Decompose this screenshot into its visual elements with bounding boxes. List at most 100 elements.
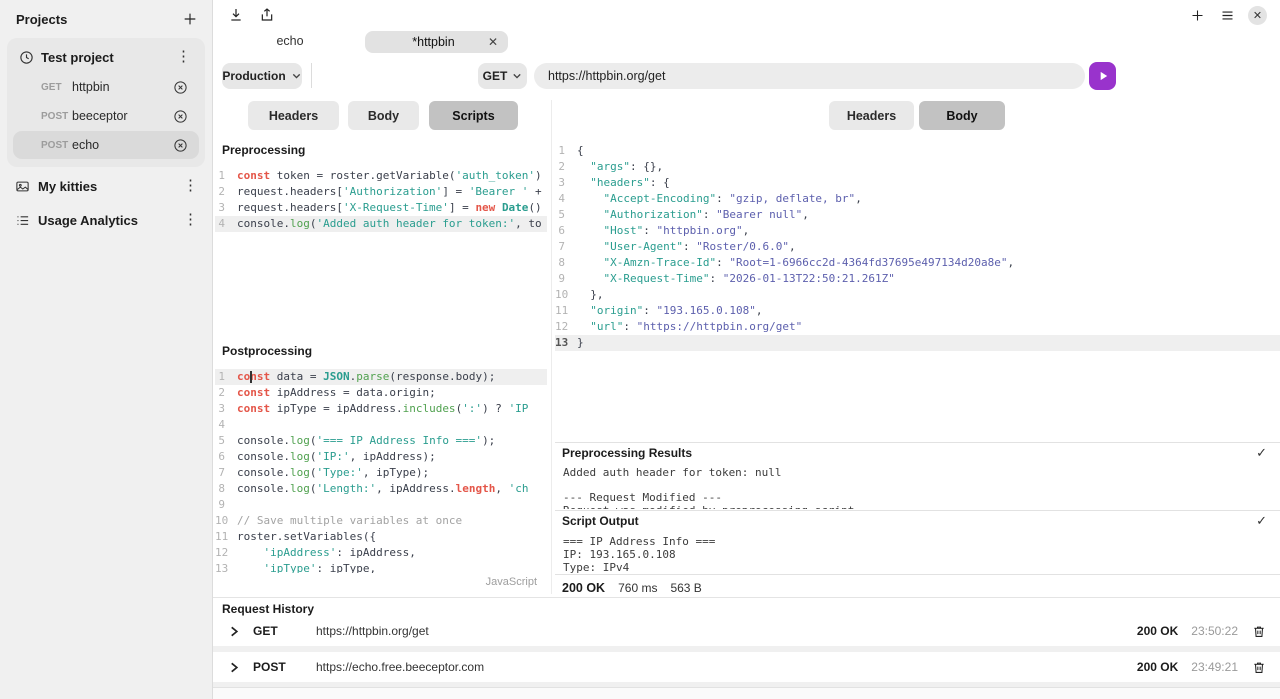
line-number: 2 bbox=[555, 159, 577, 175]
history-row[interactable]: POSThttps://echo.free.beeceptor.com200 O… bbox=[213, 652, 1280, 682]
code-text: request.headers['Authorization'] = 'Bear… bbox=[237, 185, 542, 198]
line-number: 1 bbox=[215, 369, 237, 385]
pane-divider[interactable] bbox=[551, 100, 552, 594]
expand-toggle[interactable] bbox=[228, 661, 241, 674]
code-token: { bbox=[577, 144, 584, 157]
script-output-title: Script Output bbox=[562, 514, 1256, 528]
code-text: const ipAddress = data.origin; bbox=[237, 386, 436, 399]
code-token: roster.setVariables({ bbox=[237, 530, 376, 543]
code-line: 3const ipType = ipAddress.includes(':') … bbox=[215, 401, 547, 417]
expand-toggle[interactable] bbox=[228, 625, 241, 638]
new-tab-button[interactable] bbox=[1188, 6, 1207, 25]
history-row[interactable]: GEThttps://httpbin.org/get200 OK23:50:22 bbox=[213, 616, 1280, 646]
add-project-button[interactable] bbox=[180, 9, 200, 29]
code-token: const bbox=[237, 402, 270, 415]
code-line: 13 'ipType': ipType, bbox=[215, 561, 547, 573]
code-token: , bbox=[1008, 256, 1015, 269]
code-line: 3 "headers": { bbox=[555, 175, 1280, 191]
code-text: const data = JSON.parse(response.body); bbox=[237, 370, 495, 383]
remove-request-button[interactable] bbox=[171, 107, 190, 126]
code-text: "Host": "httpbin.org", bbox=[577, 224, 749, 237]
trash-icon bbox=[1252, 624, 1266, 639]
code-token: "args" bbox=[590, 160, 630, 173]
image-icon bbox=[15, 179, 30, 194]
remove-request-button[interactable] bbox=[171, 136, 190, 155]
preprocessing-editor[interactable]: 1const token = roster.getVariable('auth_… bbox=[215, 168, 547, 232]
remove-circle-icon bbox=[173, 138, 188, 153]
delete-history-button[interactable] bbox=[1252, 660, 1266, 675]
upload-icon bbox=[259, 7, 275, 23]
tab-close-button[interactable]: ✕ bbox=[488, 35, 508, 49]
import-button[interactable] bbox=[226, 5, 246, 25]
menu-button[interactable] bbox=[1218, 6, 1237, 25]
code-token: ) bbox=[535, 169, 542, 182]
code-token: 'Length:' bbox=[316, 482, 376, 495]
tab-response-body[interactable]: Body bbox=[919, 101, 1005, 130]
project-menu-button[interactable]: ⋮ bbox=[174, 49, 193, 65]
remove-circle-icon bbox=[173, 80, 188, 95]
section-menu-button[interactable]: ⋮ bbox=[181, 178, 200, 194]
method-label: POST bbox=[41, 111, 72, 122]
code-token: 'IP bbox=[509, 402, 529, 415]
text-cursor bbox=[250, 371, 252, 383]
environment-dropdown[interactable]: Production bbox=[222, 63, 302, 89]
code-token bbox=[577, 224, 604, 237]
close-window-button[interactable]: ✕ bbox=[1248, 6, 1267, 25]
tab-httpbin[interactable]: *httpbin ✕ bbox=[365, 31, 508, 53]
request-name: beeceptor bbox=[72, 109, 171, 123]
code-token: 'Authorization' bbox=[343, 185, 442, 198]
code-token: request.headers[ bbox=[237, 185, 343, 198]
code-text: console.log('Added auth header for token… bbox=[237, 217, 542, 230]
clock-icon bbox=[19, 50, 34, 65]
code-token: console. bbox=[237, 450, 290, 463]
code-token: 'ipAddress' bbox=[264, 546, 337, 559]
environment-label: Production bbox=[222, 69, 285, 83]
sidebar-section-my-kitties[interactable]: My kitties⋮ bbox=[0, 169, 212, 203]
preprocessing-label: Preprocessing bbox=[222, 143, 305, 157]
code-line: 4 "Accept-Encoding": "gzip, deflate, br"… bbox=[555, 191, 1280, 207]
remove-request-button[interactable] bbox=[171, 78, 190, 97]
close-icon: ✕ bbox=[488, 35, 498, 49]
response-panel: Headers Body 1{2 "args": {},3 "headers":… bbox=[555, 100, 1280, 594]
code-token: "gzip, deflate, br" bbox=[729, 192, 855, 205]
code-token: // Save multiple variables at once bbox=[237, 514, 462, 527]
code-line: 1const token = roster.getVariable('auth_… bbox=[215, 168, 547, 184]
section-menu-button[interactable]: ⋮ bbox=[181, 212, 200, 228]
code-token: 'ipType' bbox=[264, 562, 317, 573]
code-token: : bbox=[643, 304, 656, 317]
code-text: "origin": "193.165.0.108", bbox=[577, 304, 762, 317]
tab-bar: echo *httpbin ✕ bbox=[213, 30, 1280, 53]
tab-request-body[interactable]: Body bbox=[348, 101, 419, 130]
sidebar-item-beeceptor[interactable]: POSTbeeceptor bbox=[13, 102, 199, 130]
response-body-viewer[interactable]: 1{2 "args": {},3 "headers": {4 "Accept-E… bbox=[555, 143, 1280, 351]
line-number: 13 bbox=[215, 561, 237, 573]
tab-response-headers[interactable]: Headers bbox=[829, 101, 914, 130]
method-label: GET bbox=[41, 82, 72, 93]
code-token: data = bbox=[270, 370, 323, 383]
tab-echo[interactable]: echo bbox=[240, 30, 340, 52]
sidebar-item-echo[interactable]: POSTecho bbox=[13, 131, 199, 159]
line-number: 10 bbox=[555, 287, 577, 303]
code-line: 13} bbox=[555, 335, 1280, 351]
code-token: 'ch bbox=[509, 482, 529, 495]
project-items: GEThttpbinPOSTbeeceptorPOSTecho bbox=[10, 73, 202, 159]
main-toolbar: ✕ bbox=[213, 0, 1280, 30]
delete-history-button[interactable] bbox=[1252, 624, 1266, 639]
code-token bbox=[577, 320, 590, 333]
code-text: const token = roster.getVariable('auth_t… bbox=[237, 169, 542, 182]
method-dropdown[interactable]: GET bbox=[478, 63, 527, 89]
code-token: "2026-01-13T22:50:21.261Z" bbox=[723, 272, 895, 285]
code-token bbox=[577, 176, 590, 189]
code-token bbox=[577, 256, 604, 269]
code-token bbox=[577, 208, 604, 221]
sidebar-item-httpbin[interactable]: GEThttpbin bbox=[13, 73, 199, 101]
send-button[interactable] bbox=[1089, 62, 1116, 90]
tab-request-headers[interactable]: Headers bbox=[248, 101, 339, 130]
url-input[interactable] bbox=[534, 63, 1085, 89]
project-header[interactable]: Test project ⋮ bbox=[10, 41, 202, 72]
postprocessing-editor[interactable]: 1const data = JSON.parse(response.body);… bbox=[215, 369, 547, 573]
tab-request-scripts[interactable]: Scripts bbox=[429, 101, 518, 130]
code-token: "Accept-Encoding" bbox=[604, 192, 717, 205]
export-button[interactable] bbox=[257, 5, 277, 25]
sidebar-section-usage-analytics[interactable]: Usage Analytics⋮ bbox=[0, 203, 212, 237]
